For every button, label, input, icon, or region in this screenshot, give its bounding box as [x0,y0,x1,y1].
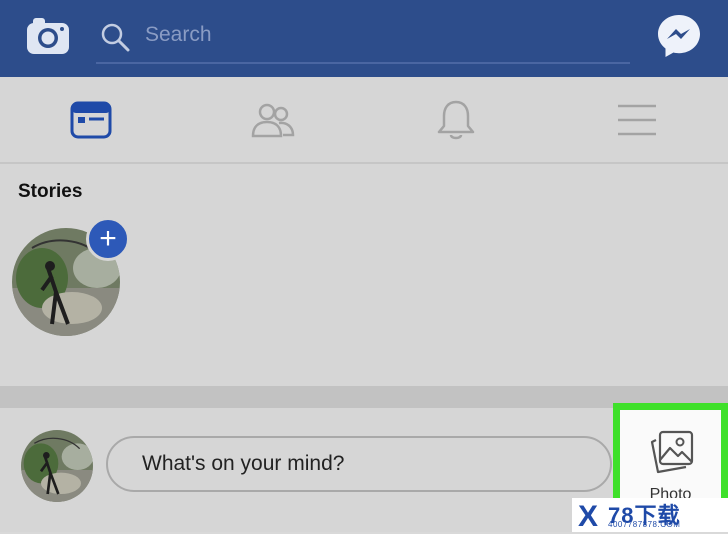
stories-title: Stories [18,181,83,202]
menu-icon [618,104,656,136]
watermark-url: 4007787878.COM [608,520,681,529]
tab-notifications[interactable] [431,95,481,145]
search-bar[interactable]: Search [96,16,630,64]
tab-news-feed[interactable] [66,95,116,145]
nav-bar [0,77,728,164]
composer-placeholder: What's on your mind? [142,452,345,475]
notifications-bell-icon [437,100,475,140]
watermark-mark: X [578,500,599,533]
messenger-icon[interactable] [656,13,702,59]
whats-on-your-mind-input[interactable]: What's on your mind? [106,436,612,492]
add-story-button[interactable]: + [86,217,130,261]
top-bar: Search [0,0,728,77]
search-icon [101,23,130,52]
avatar [21,430,93,502]
news-feed-icon [70,101,112,139]
composer-avatar[interactable] [21,430,93,502]
search-placeholder: Search [145,23,212,46]
stories-section: Stories + [0,164,728,386]
tab-menu[interactable] [612,95,662,145]
tab-friends[interactable] [248,95,298,145]
photo-icon [650,430,694,474]
watermark-logo: X 78下载 4007787878.COM [572,498,728,533]
plus-icon: + [99,222,117,255]
camera-icon[interactable] [26,16,70,56]
friends-icon [251,103,295,138]
